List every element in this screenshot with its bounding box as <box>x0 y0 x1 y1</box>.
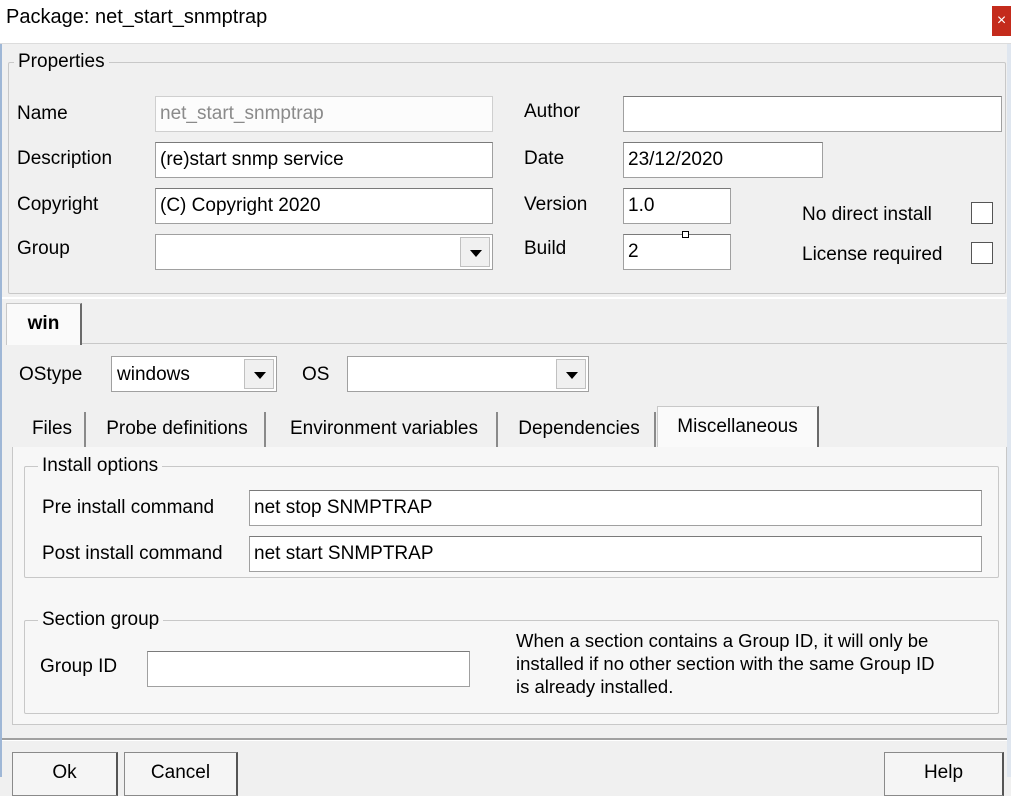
version-label: Version <box>524 194 588 215</box>
no-direct-install-checkbox[interactable] <box>971 202 993 224</box>
help-button[interactable]: Help <box>884 752 1004 796</box>
tab-strip-line <box>82 343 1007 344</box>
properties-group-label: Properties <box>14 51 109 73</box>
divider <box>2 297 1007 299</box>
ostype-label: OStype <box>19 364 83 385</box>
resize-handle[interactable] <box>682 231 689 238</box>
no-direct-install-label: No direct install <box>802 204 932 225</box>
pre-install-label: Pre install command <box>42 497 215 518</box>
post-install-field[interactable]: net start SNMPTRAP <box>249 536 982 572</box>
group-label: Group <box>17 238 70 259</box>
window-border-right <box>1007 44 1011 777</box>
section-group-label: Section group <box>38 609 164 631</box>
os-select[interactable] <box>347 356 589 392</box>
build-label: Build <box>524 238 567 259</box>
chevron-down-icon[interactable] <box>244 359 274 389</box>
os-label: OS <box>302 364 330 385</box>
group-id-field[interactable] <box>147 651 470 687</box>
tab-files[interactable]: Files <box>20 412 86 448</box>
ostype-select[interactable]: windows <box>111 356 277 392</box>
name-field[interactable]: net_start_snmptrap <box>155 96 493 132</box>
tab-win[interactable]: win <box>6 303 82 345</box>
description-field[interactable]: (re)start snmp service <box>155 142 493 178</box>
close-icon[interactable]: × <box>992 6 1011 36</box>
author-label: Author <box>524 101 580 122</box>
note-line: When a section contains a Group ID, it w… <box>516 630 929 651</box>
pre-install-field[interactable]: net stop SNMPTRAP <box>249 490 982 526</box>
title-bar: Package: net_start_snmptrap × <box>0 0 1011 44</box>
date-label: Date <box>524 148 565 169</box>
tab-environment-variables[interactable]: Environment variables <box>272 412 498 448</box>
tab-probe-definitions[interactable]: Probe definitions <box>90 412 266 448</box>
post-install-label: Post install command <box>42 543 223 564</box>
build-field[interactable]: 2 <box>623 234 731 270</box>
chevron-down-icon[interactable] <box>460 237 490 267</box>
tab-miscellaneous[interactable]: Miscellaneous <box>657 406 819 448</box>
group-id-label: Group ID <box>40 656 118 677</box>
author-field[interactable] <box>623 96 1002 132</box>
name-label: Name <box>17 103 68 124</box>
window-border-left <box>0 44 2 777</box>
ok-button[interactable]: Ok <box>12 752 118 796</box>
note-line: installed if no other section with the s… <box>516 653 935 674</box>
version-field[interactable]: 1.0 <box>623 188 731 224</box>
group-id-note: When a section contains a Group ID, it w… <box>516 629 996 698</box>
date-field[interactable]: 23/12/2020 <box>623 142 823 178</box>
chevron-down-icon[interactable] <box>556 359 586 389</box>
note-line: is already installed. <box>516 676 674 697</box>
copyright-label: Copyright <box>17 194 99 215</box>
description-label: Description <box>17 148 113 169</box>
copyright-field[interactable]: (C) Copyright 2020 <box>155 188 493 224</box>
tab-dependencies[interactable]: Dependencies <box>504 412 656 448</box>
window-title: Package: net_start_snmptrap <box>6 6 268 28</box>
cancel-button[interactable]: Cancel <box>124 752 238 796</box>
license-required-label: License required <box>802 244 943 265</box>
license-required-checkbox[interactable] <box>971 242 993 264</box>
group-select[interactable] <box>155 234 493 270</box>
install-options-label: Install options <box>38 455 163 477</box>
ostype-select-value: windows <box>117 364 190 385</box>
bottom-separator-highlight <box>2 740 1007 741</box>
